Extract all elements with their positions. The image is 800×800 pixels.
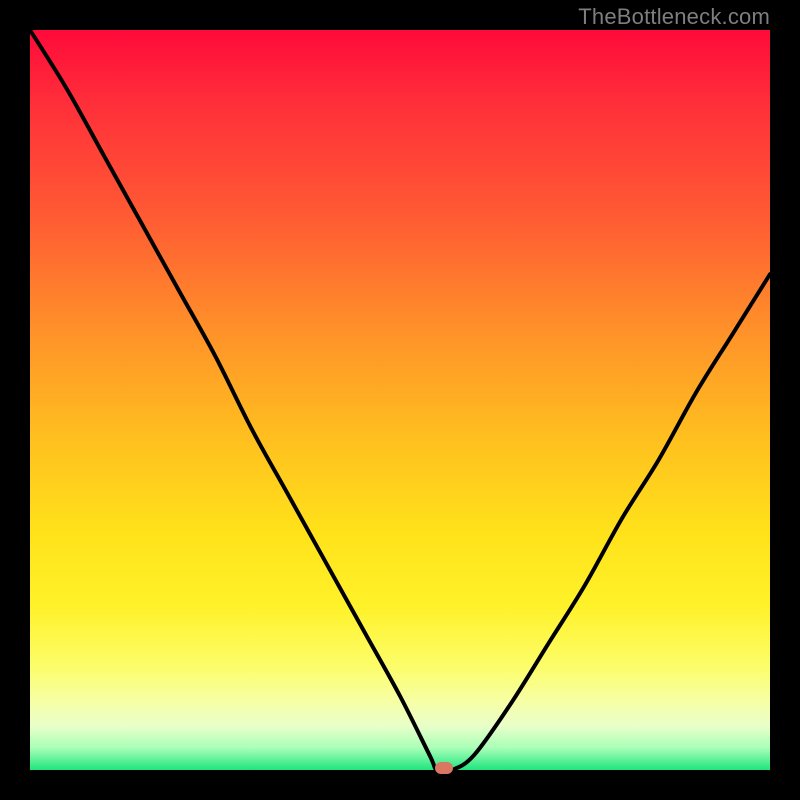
watermark-text: TheBottleneck.com xyxy=(578,4,770,30)
curve-path xyxy=(30,30,770,772)
chart-frame: TheBottleneck.com xyxy=(0,0,800,800)
optimum-marker xyxy=(435,762,453,774)
bottleneck-curve xyxy=(30,30,770,770)
